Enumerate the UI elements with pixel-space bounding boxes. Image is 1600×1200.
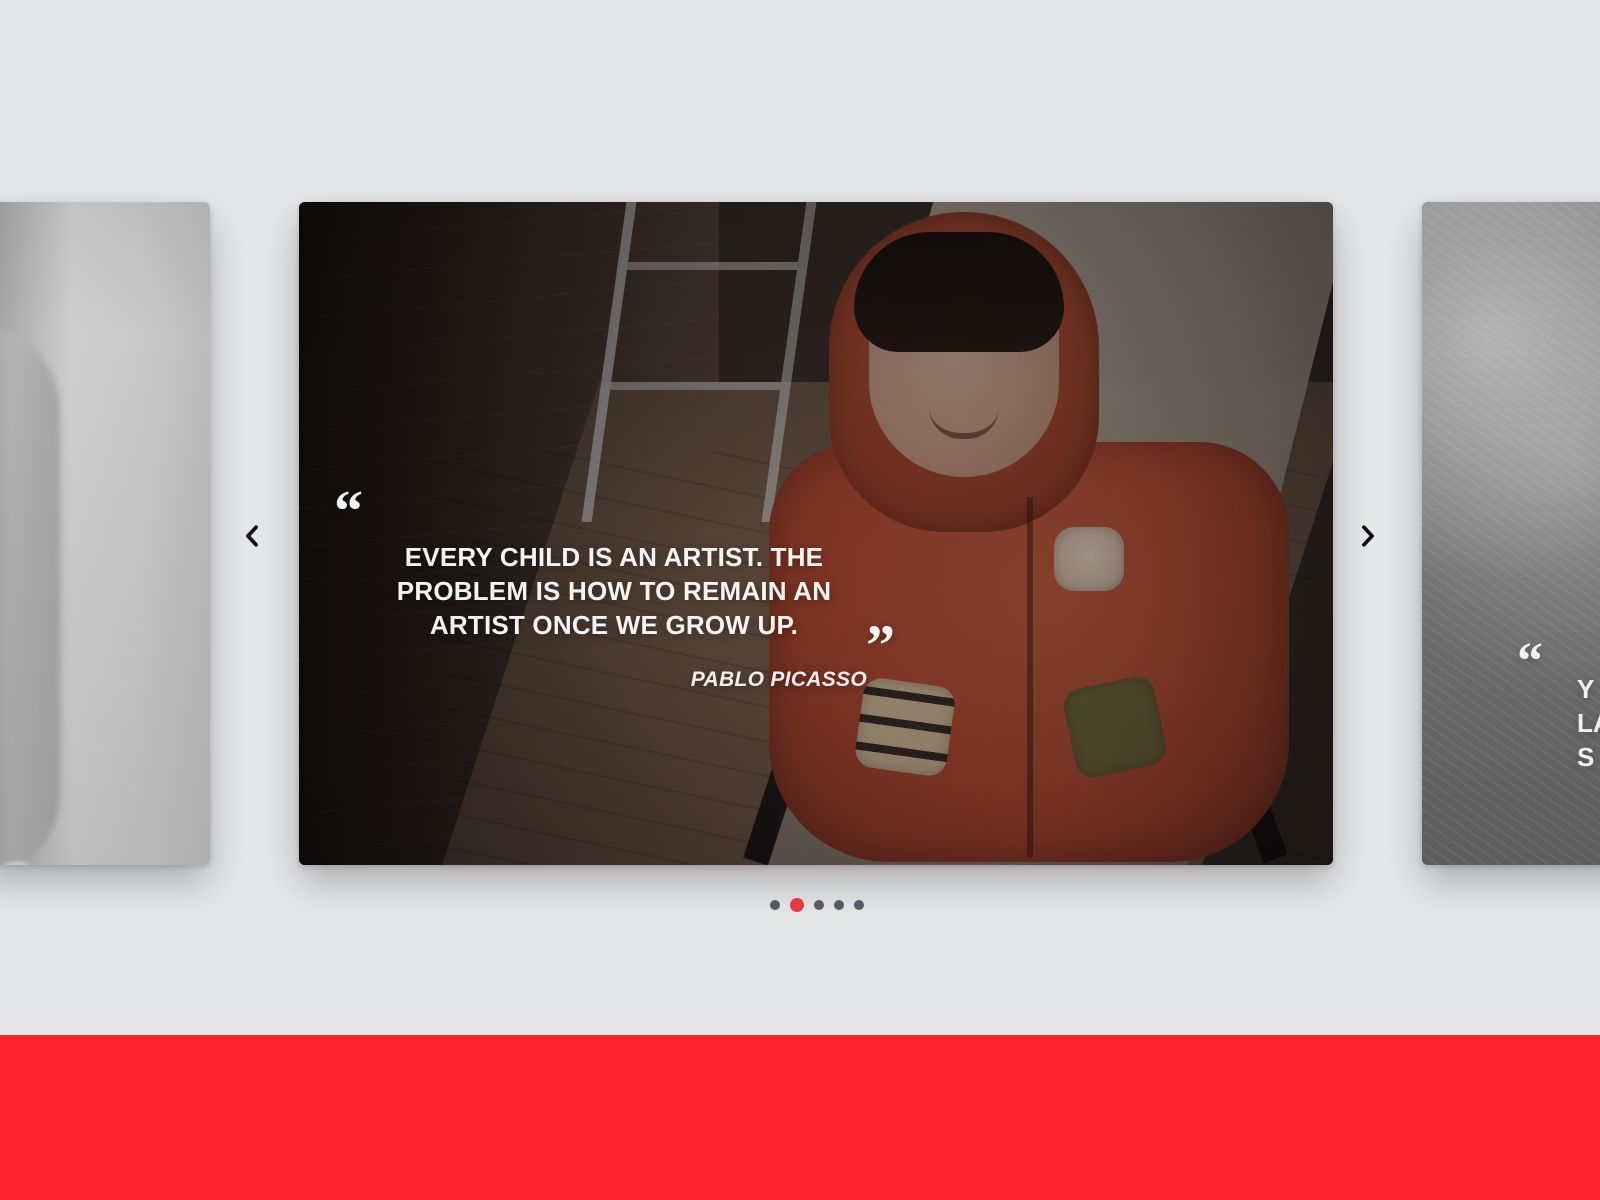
carousel-next-button[interactable] (1348, 518, 1388, 558)
open-quote-mark: “ (334, 478, 363, 543)
carousel-pagination (770, 897, 864, 913)
chevron-right-icon (1354, 522, 1382, 554)
carousel-slide-prev-preview[interactable] (0, 202, 210, 865)
prev-slide-shade (0, 202, 210, 865)
quote-block: “ EVERY CHILD IS AN ARTIST. THE PROBLEM … (334, 482, 895, 720)
next-slide-quote-fragment: Y LA S (1577, 674, 1600, 772)
image-pocket-right (1060, 673, 1170, 781)
carousel-prev-button[interactable] (232, 518, 272, 558)
image-cat-patch (1054, 527, 1124, 591)
pagination-dot-4[interactable] (834, 900, 844, 910)
footer-band (0, 1035, 1600, 1200)
carousel-slide-active: “ EVERY CHILD IS AN ARTIST. THE PROBLEM … (299, 202, 1333, 865)
page: “ EVERY CHILD IS AN ARTIST. THE PROBLEM … (0, 0, 1600, 1200)
pagination-dot-5[interactable] (854, 900, 864, 910)
pagination-dot-1[interactable] (770, 900, 780, 910)
next-slide-image-fur (1422, 202, 1600, 865)
image-zipper (1027, 497, 1033, 857)
pagination-dot-2-active[interactable] (790, 898, 804, 912)
carousel-slide-next-preview[interactable]: “ Y LA S (1422, 202, 1600, 865)
pagination-dot-3[interactable] (814, 900, 824, 910)
close-quote-mark: ” (866, 613, 895, 678)
quote-author: PABLO PICASSO (690, 668, 867, 691)
chevron-left-icon (238, 522, 266, 554)
carousel: “ EVERY CHILD IS AN ARTIST. THE PROBLEM … (0, 0, 1600, 1035)
next-slide-quote-mark: “ (1517, 633, 1543, 690)
image-hair (854, 232, 1064, 352)
quote-text: EVERY CHILD IS AN ARTIST. THE PROBLEM IS… (396, 542, 832, 640)
